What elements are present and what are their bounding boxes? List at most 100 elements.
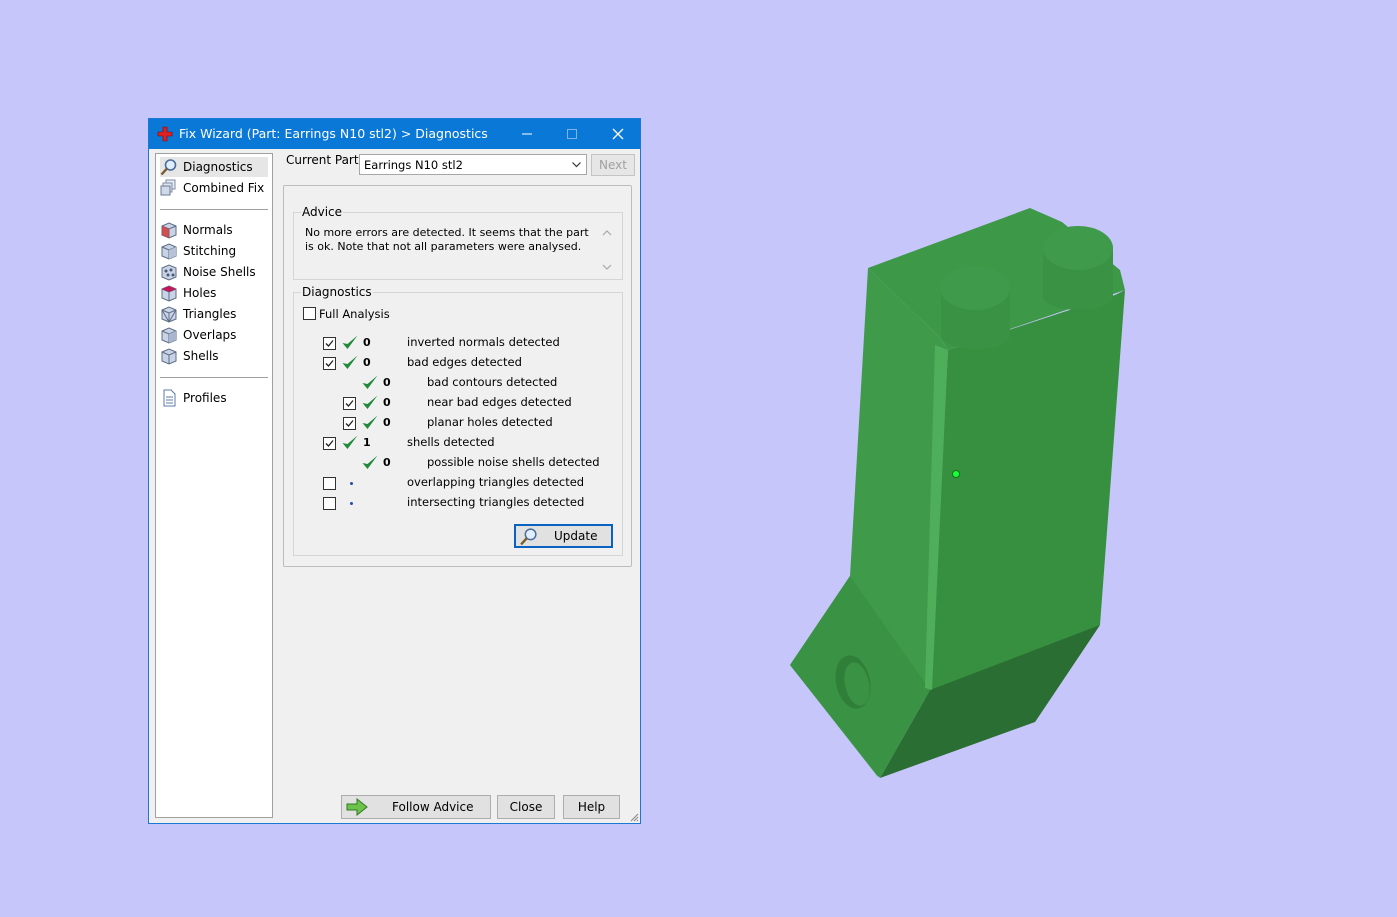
intersecting-triangles-text: intersecting triangles detected — [407, 495, 585, 509]
minimize-button[interactable] — [504, 119, 549, 149]
pick-point-marker — [952, 470, 960, 478]
checkmark-icon — [345, 400, 354, 407]
close-window-button[interactable] — [595, 119, 640, 149]
sidebar-item-label: Diagnostics — [183, 160, 253, 174]
sidebar-item-stitching[interactable]: Stitching — [160, 241, 268, 261]
advice-group: Advice No more errors are detected. It s… — [293, 205, 623, 280]
triangles-cube-icon — [161, 306, 177, 323]
close-button[interactable]: Close — [497, 795, 555, 819]
stitching-cube-icon — [161, 243, 177, 260]
near-bad-edges-text: near bad edges detected — [427, 395, 572, 409]
sidebar-item-label: Combined Fix — [183, 181, 265, 195]
sidebar-item-label: Holes — [183, 286, 217, 300]
inverted-normals-count: 0 — [363, 336, 371, 349]
full-analysis-label: Full Analysis — [319, 307, 390, 321]
part-3d-model[interactable] — [780, 200, 1140, 790]
sidebar-item-label: Stitching — [183, 244, 237, 258]
bad-edges-count: 0 — [363, 356, 371, 369]
planar-holes-count: 0 — [383, 416, 391, 429]
minimize-icon — [522, 133, 532, 135]
sidebar-item-triangles[interactable]: Triangles — [160, 304, 268, 324]
near-bad-edges-checkbox[interactable] — [343, 397, 356, 410]
magnifier-icon — [520, 528, 537, 546]
sidebar-item-label: Triangles — [183, 307, 237, 321]
magnifier-icon — [160, 159, 177, 176]
ok-check-icon — [342, 355, 358, 369]
shells-checkbox[interactable] — [323, 437, 336, 450]
bad-edges-checkbox[interactable] — [323, 357, 336, 370]
sidebar-item-label: Shells — [183, 349, 219, 363]
current-part-select[interactable]: Earrings N10 stl2 — [359, 154, 587, 175]
bad-contours-count: 0 — [383, 376, 391, 389]
next-button[interactable]: Next — [591, 154, 635, 176]
current-part-label: Current Part: — [286, 153, 363, 167]
sidebar-item-profiles[interactable]: Profiles — [160, 388, 268, 408]
sidebar-divider — [160, 209, 268, 210]
pending-dot-icon — [350, 482, 353, 485]
sidebar-item-label: Noise Shells — [183, 265, 256, 279]
fix-wizard-window: Fix Wizard (Part: Earrings N10 stl2) > D… — [148, 118, 641, 824]
title-bar[interactable]: Fix Wizard (Part: Earrings N10 stl2) > D… — [149, 119, 640, 149]
sidebar-item-noise-shells[interactable]: Noise Shells — [160, 262, 268, 282]
app-cross-icon — [157, 126, 173, 142]
sidebar-item-diagnostics[interactable]: Diagnostics — [160, 157, 268, 177]
ok-check-icon — [362, 375, 378, 389]
update-label: Update — [554, 529, 598, 543]
current-part-value: Earrings N10 stl2 — [364, 158, 463, 172]
planar-holes-checkbox[interactable] — [343, 417, 356, 430]
shells-text: shells detected — [407, 435, 495, 449]
wizard-sidebar: Diagnostics Combined Fix Normals Stitchi… — [155, 153, 273, 818]
pending-dot-icon — [350, 502, 353, 505]
diagnostics-group: Diagnostics Full Analysis 0 inverted nor… — [293, 285, 623, 556]
full-analysis-checkbox[interactable] — [303, 307, 316, 320]
shells-cube-icon — [161, 348, 177, 365]
sidebar-item-combined-fix[interactable]: Combined Fix — [160, 178, 268, 198]
cube-stack-icon — [160, 179, 176, 196]
inverted-normals-checkbox[interactable] — [323, 337, 336, 350]
maximize-button[interactable] — [549, 119, 594, 149]
ok-check-icon — [362, 395, 378, 409]
advice-legend: Advice — [301, 205, 344, 219]
maximize-icon — [567, 129, 577, 139]
advice-scrollbar[interactable] — [601, 228, 613, 272]
ok-check-icon — [362, 415, 378, 429]
resize-grip-icon[interactable] — [629, 812, 639, 822]
window-title: Fix Wizard (Part: Earrings N10 stl2) > D… — [179, 126, 488, 141]
sidebar-item-label: Profiles — [183, 391, 227, 405]
overlapping-triangles-text: overlapping triangles detected — [407, 475, 585, 489]
sidebar-item-holes[interactable]: Holes — [160, 283, 268, 303]
shells-count: 1 — [363, 436, 371, 449]
follow-advice-button[interactable]: Follow Advice — [341, 795, 491, 819]
noise-shells-icon — [161, 264, 177, 281]
bad-contours-text: bad contours detected — [427, 375, 558, 389]
close-icon — [612, 128, 624, 140]
overlapping-triangles-checkbox[interactable] — [323, 477, 336, 490]
help-button[interactable]: Help — [563, 795, 620, 819]
checkmark-icon — [325, 360, 334, 367]
noise-shells-text: possible noise shells detected — [427, 455, 600, 469]
normals-cube-icon — [161, 222, 177, 239]
arrow-right-icon — [346, 798, 368, 816]
document-icon — [163, 389, 176, 407]
checkmark-icon — [345, 420, 354, 427]
planar-holes-text: planar holes detected — [427, 415, 553, 429]
follow-advice-label: Follow Advice — [392, 800, 474, 814]
sidebar-item-label: Overlaps — [183, 328, 237, 342]
diagnostics-legend: Diagnostics — [301, 285, 373, 299]
ok-check-icon — [362, 455, 378, 469]
ok-check-icon — [342, 335, 358, 349]
checkmark-icon — [325, 440, 334, 447]
sidebar-divider — [160, 377, 268, 378]
sidebar-item-overlaps[interactable]: Overlaps — [160, 325, 268, 345]
intersecting-triangles-checkbox[interactable] — [323, 497, 336, 510]
sidebar-item-normals[interactable]: Normals — [160, 220, 268, 240]
near-bad-edges-count: 0 — [383, 396, 391, 409]
ok-check-icon — [342, 435, 358, 449]
diagnostics-panel: Advice No more errors are detected. It s… — [283, 185, 632, 567]
sidebar-item-label: Normals — [183, 223, 233, 237]
noise-shells-count: 0 — [383, 456, 391, 469]
sidebar-item-shells[interactable]: Shells — [160, 346, 268, 366]
chevron-down-icon — [572, 162, 581, 168]
update-button[interactable]: Update — [514, 524, 613, 548]
checkmark-icon — [325, 340, 334, 347]
